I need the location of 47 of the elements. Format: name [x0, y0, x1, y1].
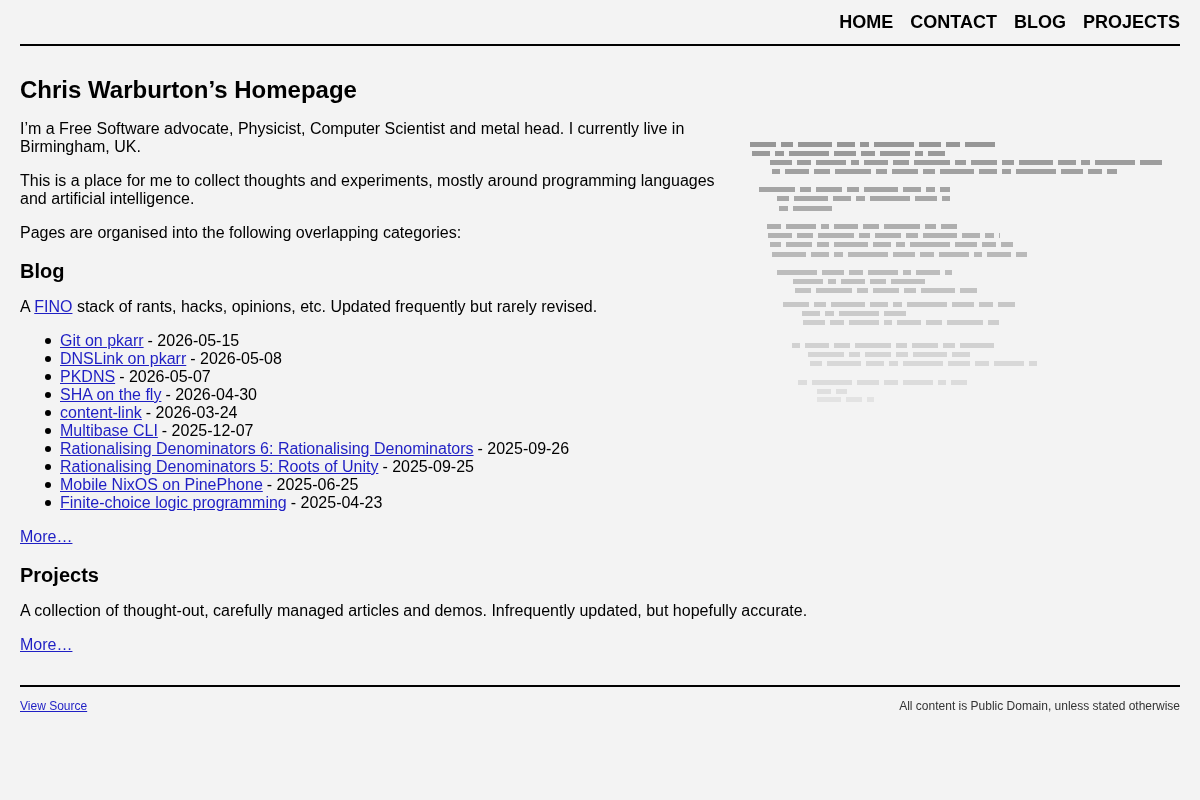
more-link[interactable]: More… [20, 636, 73, 653]
post-link[interactable]: Rationalising Denominators 6: Rationalising Denominators [60, 440, 474, 458]
bullet-icon [45, 500, 51, 506]
page-title: Chris Warburton’s Homepage [20, 76, 358, 104]
inline-link[interactable]: FINO [34, 298, 73, 315]
post-date: - 2026-04-30 [165, 386, 257, 404]
post-link[interactable]: DNSLink on pkarr [60, 350, 187, 368]
bullet-icon [45, 446, 51, 452]
nav-link[interactable]: PROJECTS [1082, 12, 1180, 32]
post-date: - 2025-09-26 [477, 440, 570, 458]
section-description: A collection of thought-out, carefully managed articles and demos. Infrequently updated, but hopefully accurate. [20, 602, 809, 620]
section-description: A FINO stack of rants, hacks, opinions, etc. Updated frequently but rarely revised. [20, 298, 599, 316]
post-link[interactable]: Git on pkarr [60, 332, 144, 350]
post-date: - 2026-05-07 [119, 368, 211, 386]
post-date: - 2026-03-24 [145, 404, 238, 422]
bullet-icon [45, 410, 51, 416]
post-link[interactable]: Mobile NixOS on PinePhone [60, 476, 263, 494]
section-heading: Blog [20, 259, 66, 283]
post-link[interactable]: Finite-choice logic programming [60, 494, 287, 512]
post-link[interactable]: SHA on the fly [60, 386, 162, 404]
post-link[interactable]: Multibase CLI [60, 422, 158, 440]
post-date: - 2026-05-08 [190, 350, 282, 368]
more-link[interactable]: More… [20, 528, 73, 545]
view-source-link[interactable]: View Source [20, 699, 88, 713]
post-link[interactable]: PKDNS [60, 368, 116, 386]
post-date: - 2025-06-25 [266, 476, 359, 494]
intro-paragraph: Pages are organised into the following overlapping categories: [20, 224, 463, 242]
post-date: - 2025-12-07 [161, 422, 254, 440]
nav-link[interactable]: HOME [839, 12, 894, 32]
post-date: - 2026-05-15 [147, 332, 240, 350]
bullet-icon [45, 482, 51, 488]
bullet-icon [45, 374, 51, 380]
post-date: - 2025-04-23 [290, 494, 383, 512]
nav-link[interactable]: CONTACT [910, 12, 997, 32]
section-heading: Projects [20, 563, 100, 587]
license-notice: All content is Public Domain, unless stated otherwise [899, 699, 1180, 713]
bullet-icon [45, 464, 51, 470]
post-date: - 2025-09-25 [382, 458, 474, 476]
bullet-icon [45, 356, 51, 362]
intro-paragraph: This is a place for me to collect thoughts and experiments, mostly around programming languages and artificial intelligence. [20, 172, 716, 208]
bullet-icon [45, 338, 51, 344]
post-link[interactable]: Rationalising Denominators 5: Roots of Unity [60, 458, 379, 476]
intro-paragraph: I’m a Free Software advocate, Physicist, Computer Scientist and metal head. I currently live in Birmingham, UK. [20, 120, 686, 156]
bullet-icon [45, 392, 51, 398]
bullet-icon [45, 428, 51, 434]
post-link[interactable]: content-link [60, 404, 142, 422]
nav-link[interactable]: BLOG [1013, 12, 1066, 32]
